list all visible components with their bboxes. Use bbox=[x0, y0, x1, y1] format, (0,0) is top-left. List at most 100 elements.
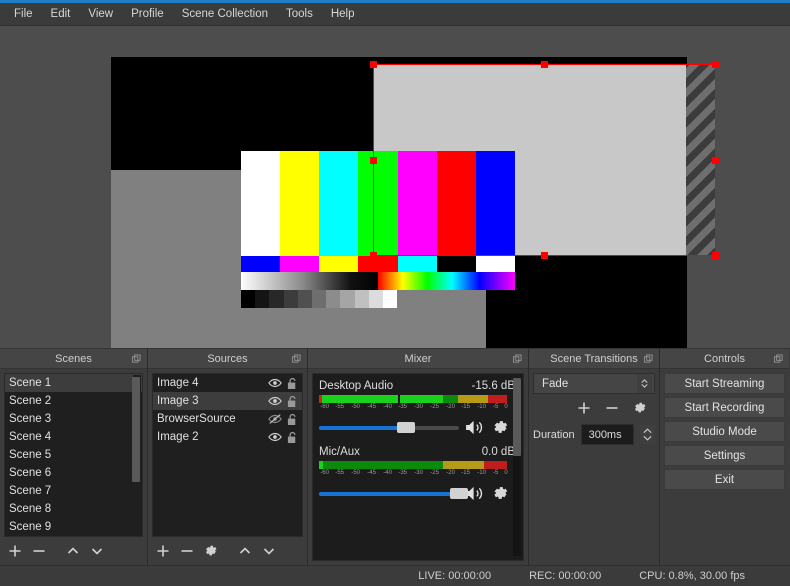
unlock-icon[interactable] bbox=[287, 413, 298, 426]
scene-label: Scene 5 bbox=[9, 449, 52, 461]
grayscale-steps bbox=[241, 290, 398, 308]
float-icon[interactable] bbox=[644, 354, 653, 363]
unlock-icon[interactable] bbox=[287, 377, 298, 390]
meter-tick: -30 bbox=[414, 470, 423, 476]
float-icon[interactable] bbox=[774, 354, 783, 363]
meter-tick: -55 bbox=[335, 470, 345, 476]
menu-item-tools[interactable]: Tools bbox=[277, 5, 322, 23]
volume-slider-mic-aux[interactable] bbox=[319, 486, 468, 502]
scene-label: Scene 8 bbox=[9, 503, 52, 515]
sources-list[interactable]: Image 4 Image 3 BrowserSource Image 2 bbox=[152, 373, 303, 537]
add-transition-button[interactable] bbox=[573, 398, 595, 418]
add-scene-button[interactable] bbox=[4, 541, 26, 561]
move-scene-up-button[interactable] bbox=[62, 541, 84, 561]
duration-value: 300ms bbox=[588, 428, 622, 441]
remove-scene-button[interactable] bbox=[28, 541, 50, 561]
add-source-button[interactable] bbox=[152, 541, 174, 561]
scenes-toolbar bbox=[4, 537, 143, 561]
transitions-dock: Scene Transitions Fade Duration 300ms bbox=[529, 349, 660, 565]
eye-icon[interactable] bbox=[268, 395, 282, 407]
exit-button[interactable]: Exit bbox=[664, 469, 785, 490]
chevron-updown-icon[interactable] bbox=[637, 374, 652, 393]
controls-dock-title: Controls bbox=[660, 349, 789, 369]
start-streaming-button[interactable]: Start Streaming bbox=[664, 373, 785, 394]
speaker-icon[interactable] bbox=[465, 485, 486, 502]
scene-list-item[interactable]: Scene 5 bbox=[5, 446, 142, 464]
scene-list-item[interactable]: Scene 6 bbox=[5, 464, 142, 482]
menu-item-view[interactable]: View bbox=[79, 5, 122, 23]
studio-mode-button[interactable]: Studio Mode bbox=[664, 421, 785, 442]
transition-properties-button[interactable] bbox=[629, 398, 651, 418]
settings-button[interactable]: Settings bbox=[664, 445, 785, 466]
transition-select[interactable]: Fade bbox=[533, 373, 655, 394]
float-icon[interactable] bbox=[513, 354, 522, 363]
preview-canvas[interactable] bbox=[7, 30, 783, 348]
scenes-dock: Scenes Scene 1 Scene 2 Scene 3 Scene 4 S… bbox=[0, 349, 148, 565]
float-icon[interactable] bbox=[292, 354, 301, 363]
scene-list-item[interactable]: Scene 8 bbox=[5, 500, 142, 518]
meter-tick: -20 bbox=[446, 404, 455, 410]
sources-title-label: Sources bbox=[207, 352, 248, 365]
duration-input[interactable]: 300ms bbox=[580, 424, 634, 445]
eye-icon[interactable] bbox=[268, 431, 282, 443]
scene-list-item[interactable]: Scene 7 bbox=[5, 482, 142, 500]
speaker-icon[interactable] bbox=[465, 419, 486, 436]
menu-item-profile[interactable]: Profile bbox=[122, 5, 173, 23]
scene-list-item[interactable]: Scene 3 bbox=[5, 410, 142, 428]
volume-slider-desktop-audio[interactable] bbox=[319, 420, 459, 436]
sources-dock: Sources Image 4 Image 3 BrowserSource Im… bbox=[148, 349, 308, 565]
menu-item-scene-collection[interactable]: Scene Collection bbox=[173, 5, 277, 23]
meter-tick: -25 bbox=[430, 470, 439, 476]
source-list-item[interactable]: Image 3 bbox=[153, 392, 302, 410]
status-live-timer: LIVE: 00:00:00 bbox=[418, 570, 492, 582]
mixer-scrollbar[interactable] bbox=[513, 378, 521, 556]
test-pattern bbox=[241, 151, 515, 308]
remove-source-button[interactable] bbox=[176, 541, 198, 561]
meter-tick: -55 bbox=[335, 404, 345, 410]
eye-icon[interactable] bbox=[268, 377, 282, 389]
start-recording-button[interactable]: Start Recording bbox=[664, 397, 785, 418]
remove-transition-button[interactable] bbox=[601, 398, 623, 418]
scenes-list[interactable]: Scene 1 Scene 2 Scene 3 Scene 4 Scene 5 … bbox=[4, 373, 143, 537]
meter-tick: 0 bbox=[504, 470, 508, 476]
eye-slash-icon[interactable] bbox=[268, 413, 282, 425]
status-cpu-fps: CPU: 0.8%, 30.00 fps bbox=[639, 570, 745, 582]
gear-icon[interactable] bbox=[492, 419, 509, 436]
duration-stepper[interactable] bbox=[640, 425, 655, 444]
transition-duration-row: Duration 300ms bbox=[533, 424, 655, 445]
mixer-source-desktop-audio: Desktop Audio -15.6 dB -60 -55 -50 -45 -… bbox=[319, 380, 515, 436]
unlock-icon[interactable] bbox=[287, 431, 298, 444]
move-scene-down-button[interactable] bbox=[86, 541, 108, 561]
unlock-icon[interactable] bbox=[287, 395, 298, 408]
source-properties-button[interactable] bbox=[200, 541, 222, 561]
status-rec-timer: REC: 00:00:00 bbox=[529, 570, 602, 582]
move-source-up-button[interactable] bbox=[234, 541, 256, 561]
float-icon[interactable] bbox=[132, 354, 141, 363]
scenes-scrollbar[interactable] bbox=[132, 375, 141, 535]
gear-icon[interactable] bbox=[492, 485, 509, 502]
scene-list-item[interactable]: Scene 2 bbox=[5, 392, 142, 410]
source-stripe-pattern bbox=[686, 64, 716, 256]
meter-tick: -5 bbox=[493, 470, 499, 476]
preview-area[interactable] bbox=[0, 26, 790, 349]
scenes-scroll-thumb[interactable] bbox=[132, 377, 140, 482]
scene-list-item[interactable]: Scene 1 bbox=[5, 374, 142, 392]
menu-item-file[interactable]: File bbox=[5, 5, 42, 23]
color-bars-primary bbox=[241, 151, 515, 256]
meter-tick: -5 bbox=[493, 404, 499, 410]
obs-main-window: File Edit View Profile Scene Collection … bbox=[0, 0, 790, 586]
mixer-scroll-thumb[interactable] bbox=[513, 378, 521, 456]
menu-item-edit[interactable]: Edit bbox=[42, 5, 80, 23]
menu-item-help[interactable]: Help bbox=[322, 5, 364, 23]
dock-row: Scenes Scene 1 Scene 2 Scene 3 Scene 4 S… bbox=[0, 349, 790, 565]
source-list-item[interactable]: BrowserSource bbox=[153, 410, 302, 428]
controls-title-label: Controls bbox=[704, 352, 745, 365]
meter-tick: -40 bbox=[383, 404, 392, 410]
meter-tick: -45 bbox=[367, 404, 376, 410]
source-list-item[interactable]: Image 4 bbox=[153, 374, 302, 392]
move-source-down-button[interactable] bbox=[258, 541, 280, 561]
gradient-strips bbox=[241, 272, 515, 290]
scene-list-item[interactable]: Scene 9 bbox=[5, 518, 142, 536]
scene-list-item[interactable]: Scene 4 bbox=[5, 428, 142, 446]
source-list-item[interactable]: Image 2 bbox=[153, 428, 302, 446]
